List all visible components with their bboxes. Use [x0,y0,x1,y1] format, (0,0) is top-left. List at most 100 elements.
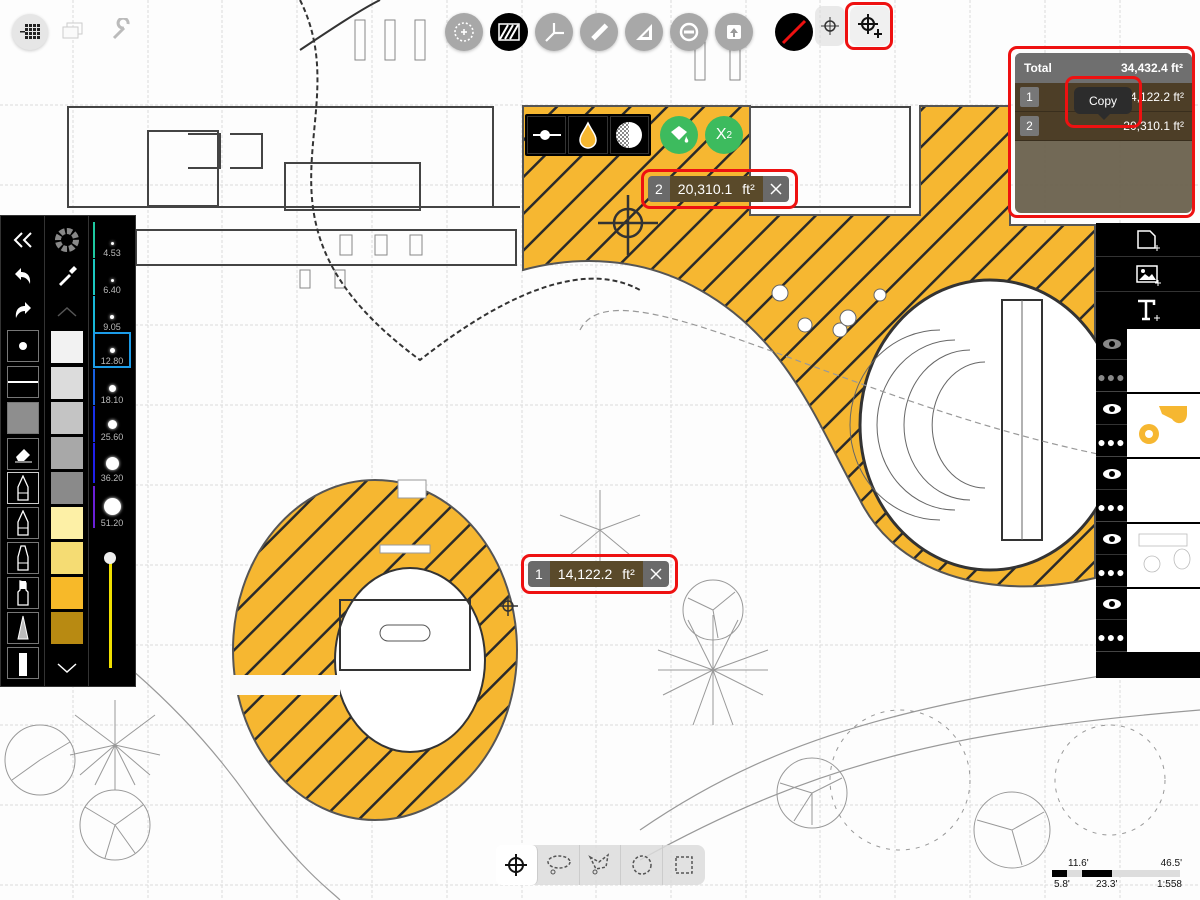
hatch-layer-preview [1139,406,1187,444]
brush-size-label: 25.60 [100,432,124,442]
delete-measurement-button[interactable] [762,176,789,202]
tool-no-color[interactable] [775,13,813,51]
tool-subtract[interactable] [670,13,708,51]
layer-thumbnail[interactable] [1127,329,1200,392]
stack-button[interactable] [62,22,84,40]
tool-hatch-fill[interactable] [490,13,528,51]
color-swatch[interactable] [51,331,83,363]
layer-thumbnail[interactable] [1127,459,1200,522]
layer-thumbnail[interactable] [1127,589,1200,652]
tools-button[interactable] [110,16,134,42]
select-point-button[interactable] [496,845,538,885]
measurement-label-2[interactable]: 2 20,310.1 ft² [648,176,789,202]
close-icon [650,568,662,580]
tool-angle[interactable] [535,13,573,51]
layer-row[interactable]: ●●● [1096,459,1200,522]
add-page-button[interactable] [1096,223,1200,257]
tool-stamp[interactable] [715,13,753,51]
brush-size-option[interactable]: 36.20 [93,443,131,483]
color-swatch[interactable] [51,472,83,504]
visibility-toggle[interactable] [1096,329,1127,360]
tool-marker[interactable] [7,542,39,574]
brush-size-option[interactable]: 9.05 [93,296,131,332]
layers-panel: ●●● ●●● ●●● ●●● ●●● [1096,223,1200,678]
add-text-button[interactable] [1096,293,1200,327]
brush-size-option[interactable]: 18.10 [93,369,131,405]
undo-button[interactable] [7,260,39,292]
layer-options-button[interactable]: ●●● [1096,556,1127,587]
layer-options-button[interactable]: ●●● [1096,426,1127,457]
select-ellipse-button[interactable] [621,845,664,885]
redo-button[interactable] [7,294,39,326]
eye-icon [1102,534,1121,544]
grid-menu-button[interactable] [12,14,48,50]
tool-add-measure-point[interactable] [850,6,890,46]
tool-set-square[interactable] [625,13,663,51]
brush-size-option-selected[interactable]: 12.80 [93,332,131,368]
tool-line[interactable] [7,366,39,398]
eyedropper-icon [59,266,77,286]
copy-button[interactable]: Copy [1074,87,1132,120]
collapse-palette-button[interactable] [7,224,39,256]
superscript-button[interactable]: X2 [705,116,743,154]
color-swatch[interactable] [51,507,83,539]
color-wheel-button[interactable] [51,224,83,256]
scroll-down-button[interactable] [51,652,83,684]
opacity-slider-thumb[interactable] [104,552,116,564]
visibility-toggle[interactable] [1096,459,1127,490]
tool-crosshair[interactable] [815,6,845,46]
opacity-button[interactable] [609,116,649,154]
marker-icon [17,545,29,571]
fill-color-button[interactable] [568,116,608,154]
layer-thumbnail[interactable] [1127,524,1200,587]
measurement-unit: ft² [742,181,755,197]
tool-brush[interactable] [7,612,39,644]
color-swatch[interactable] [51,437,83,469]
layer-row[interactable]: ●●● [1096,524,1200,587]
scroll-up-button[interactable] [51,296,83,328]
crosshair-icon [505,854,528,876]
select-rectangle-button[interactable] [663,845,705,885]
tool-ruler[interactable] [580,13,618,51]
wrench-icon [112,16,130,40]
visibility-toggle[interactable] [1096,394,1127,425]
set-square-icon [636,24,652,40]
color-swatch[interactable] [51,402,83,434]
tool-chisel[interactable] [7,647,39,679]
total-row[interactable]: Total 34,432.4 ft² [1015,53,1192,83]
delete-measurement-button[interactable] [642,561,669,587]
measurement-label-1[interactable]: 1 14,122.2 ft² [528,561,669,587]
layer-options-button[interactable]: ●●● [1096,621,1127,652]
select-lasso-button[interactable] [538,845,580,885]
tool-transform[interactable] [445,13,483,51]
crosshair-icon [821,17,839,35]
brush-size-option[interactable]: 25.60 [93,406,131,442]
layer-row[interactable]: ●●● [1096,329,1200,392]
brush-size-option[interactable]: 4.53 [93,222,131,258]
line-weight-button[interactable] [527,116,567,154]
tool-highlighter[interactable] [7,577,39,609]
layer-options-button[interactable]: ●●● [1096,361,1127,392]
color-swatch[interactable] [51,612,83,644]
fill-bucket-button[interactable] [660,116,698,154]
tool-point[interactable] [7,330,39,362]
visibility-toggle[interactable] [1096,589,1127,620]
layer-row[interactable]: ●●● [1096,589,1200,652]
layer-thumbnail[interactable] [1127,394,1200,457]
tool-eraser[interactable] [7,438,39,470]
visibility-toggle[interactable] [1096,524,1127,555]
layer-options-button[interactable]: ●●● [1096,491,1127,522]
brush-size-option[interactable]: 51.20 [93,486,131,528]
select-polygon-lasso-button[interactable] [580,845,622,885]
tool-pen-fine[interactable] [7,472,39,504]
add-image-button[interactable] [1096,258,1200,292]
eyedropper-button[interactable] [51,260,83,292]
layer-row[interactable]: ●●● [1096,394,1200,457]
tool-fill-rect[interactable] [7,402,39,434]
opacity-slider-track[interactable] [109,556,112,668]
color-swatch[interactable] [51,367,83,399]
color-swatch[interactable] [51,577,83,609]
tool-pen[interactable] [7,507,39,539]
color-swatch[interactable] [51,542,83,574]
brush-size-option[interactable]: 6.40 [93,259,131,295]
